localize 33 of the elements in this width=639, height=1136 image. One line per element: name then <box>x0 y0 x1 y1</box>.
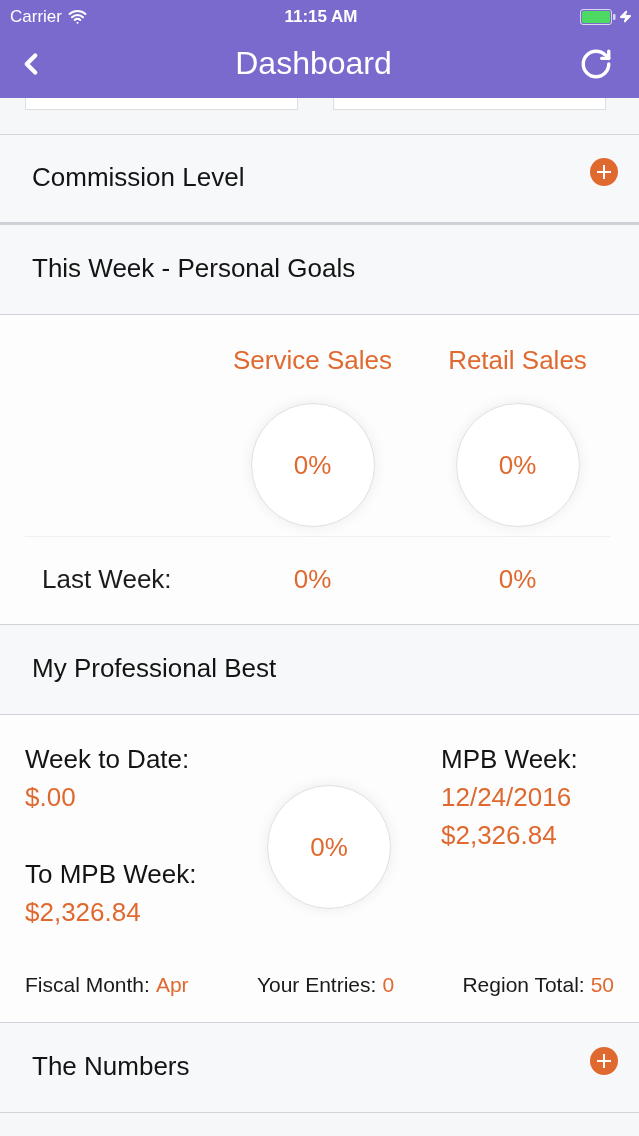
section-title: My Professional Best <box>32 653 277 684</box>
ring-percentage: 0% <box>498 449 537 481</box>
last-week-label: Last Week: <box>42 564 172 595</box>
expand-plus-icon[interactable] <box>590 157 618 186</box>
last-week-value: 0% <box>293 564 332 595</box>
charging-bolt-icon <box>619 10 632 23</box>
stat-value: $2,326.84 <box>441 819 557 852</box>
goal-column-label: Service Sales <box>233 345 392 375</box>
last-week-value: 0% <box>498 564 537 595</box>
footer-stat-label: Fiscal Month: <box>25 973 150 997</box>
footer-stat-label: Region Total: <box>462 973 585 997</box>
stat-label: MPB Week: <box>441 743 578 776</box>
stat-value: $.00 <box>25 781 76 814</box>
status-time: 11:15 AM <box>284 6 358 27</box>
stat-label: To MPB Week: <box>25 858 197 891</box>
goal-column-label: Retail Sales <box>448 345 587 375</box>
section-title: This Week - Personal Goals <box>32 253 356 284</box>
nav-title: Dashboard <box>235 45 392 82</box>
stat-value: 12/24/2016 <box>441 781 572 814</box>
ring-percentage: 0% <box>293 449 332 481</box>
expand-plus-icon[interactable] <box>590 1046 618 1075</box>
footer-stat-label: Your Entries: <box>256 973 377 997</box>
stat-value: $2,326.84 <box>25 896 141 929</box>
battery-icon <box>580 8 616 25</box>
footer-stat-value: Apr <box>155 973 189 997</box>
carrier-label: Carrier <box>10 6 62 27</box>
wifi-icon <box>67 7 87 26</box>
stat-label: Week to Date: <box>25 743 190 776</box>
section-title: The Numbers <box>32 1051 190 1082</box>
footer-stat-value: 0 <box>382 973 395 997</box>
footer-stat-value: 50 <box>590 973 614 997</box>
section-title: Commission Level <box>32 162 245 193</box>
ring-percentage: 0% <box>310 831 348 863</box>
